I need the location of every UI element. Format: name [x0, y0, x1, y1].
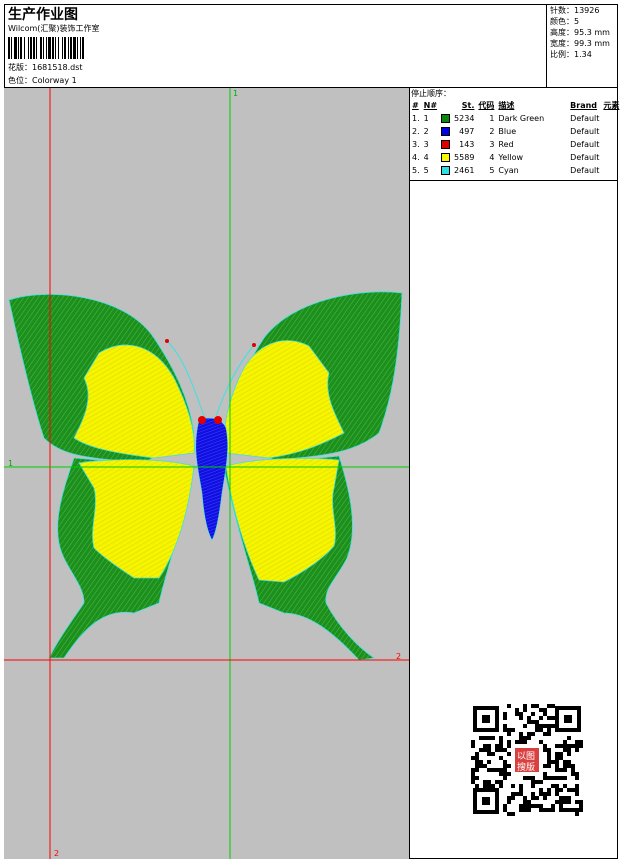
butterfly-design — [8, 291, 403, 661]
stamp-text-bottom: 搜版 — [517, 761, 535, 773]
thread-element — [601, 164, 620, 177]
design-row: 花版：1681518.dst — [8, 62, 83, 73]
stop-sequence-title: 停止顺序： — [411, 89, 451, 98]
thread-element — [601, 151, 620, 164]
thread-stitches: 2461 — [454, 166, 475, 175]
thread-code: 1 — [489, 114, 495, 123]
color-swatch — [441, 140, 451, 149]
thread-desc: Cyan — [498, 166, 519, 175]
thread-brand: Default — [570, 127, 600, 136]
colorway-value: Colorway 1 — [32, 76, 77, 85]
guide-marker-bottom: 2 — [54, 849, 59, 858]
color-swatch — [441, 114, 451, 123]
thread-needle: 1 — [423, 114, 429, 123]
thread-stitches: 497 — [459, 127, 475, 136]
thread-desc: Red — [498, 140, 514, 149]
thread-swatch — [439, 125, 452, 138]
thread-swatch — [439, 112, 452, 125]
butterfly-body — [195, 417, 228, 541]
color-swatch — [441, 153, 451, 162]
qr-code: 以图 搜版 — [471, 704, 583, 816]
colorway-label: 色位： — [8, 76, 32, 85]
thread-row: 2. 2 497 2 Blue Default — [410, 125, 620, 138]
thread-desc: Blue — [498, 127, 517, 136]
color-swatch — [441, 166, 451, 175]
embroidery-preview: 1 1 2 2 — [4, 88, 409, 859]
thread-table: # N# St. 代码 描述 Brand 元素 1. 1 5234 1 Dark Gre… — [410, 99, 620, 177]
design-canvas: 1 1 2 2 — [4, 88, 410, 859]
guide-marker-left: 1 — [8, 459, 13, 468]
thread-swatch — [439, 151, 452, 164]
thread-code: 4 — [489, 153, 495, 162]
stat-stitches: 针数：13926 — [550, 6, 600, 15]
thread-code: 2 — [489, 127, 495, 136]
thread-row: 1. 1 5234 1 Dark Green Default — [410, 112, 620, 125]
thread-brand: Default — [570, 153, 600, 162]
thread-element — [601, 112, 620, 125]
thread-row: 4. 4 5589 4 Yellow Default — [410, 151, 620, 164]
page-title: 生产作业图 — [8, 7, 78, 23]
thread-table-header: # N# St. 代码 描述 Brand 元素 — [412, 101, 620, 110]
thread-row: 5. 5 2461 5 Cyan Default — [410, 164, 620, 177]
thread-num: 2. — [412, 127, 420, 136]
stat-width: 宽度：99.3 mm — [550, 39, 610, 48]
stat-colors: 颜色：5 — [550, 17, 580, 26]
guide-marker-right: 2 — [396, 652, 401, 661]
design-label: 花版： — [8, 63, 32, 72]
thread-stitches: 143 — [459, 140, 475, 149]
thread-num: 4. — [412, 153, 420, 162]
stat-height: 高度：95.3 mm — [550, 28, 610, 37]
company-name: Wilcom(汇聚)装饰工作室 — [8, 24, 100, 33]
stamp-text-top: 以图 — [517, 751, 535, 762]
design-value: 1681518.dst — [32, 63, 83, 72]
thread-row: 3. 3 143 3 Red Default — [410, 138, 620, 151]
colorway-row: 色位：Colorway 1 — [8, 75, 77, 86]
thread-table-divider — [409, 180, 618, 181]
stat-scale: 比例：1.34 — [550, 50, 592, 59]
thread-needle: 5 — [423, 166, 429, 175]
thread-brand: Default — [570, 166, 600, 175]
thread-brand: Default — [570, 114, 600, 123]
thread-code: 5 — [489, 166, 495, 175]
thread-needle: 3 — [423, 140, 429, 149]
guide-marker-top: 1 — [233, 89, 238, 98]
thread-stitches: 5234 — [454, 114, 475, 123]
barcode — [8, 37, 84, 59]
thread-swatch — [439, 138, 452, 151]
thread-brand: Default — [570, 140, 600, 149]
thread-code: 3 — [489, 140, 495, 149]
eye-right — [214, 416, 222, 424]
thread-desc: Yellow — [498, 153, 524, 162]
thread-num: 5. — [412, 166, 420, 175]
thread-element — [601, 125, 620, 138]
thread-desc: Dark Green — [498, 114, 545, 123]
stats-panel: 针数：13926 颜色：5 高度：95.3 mm 宽度：99.3 mm 比例：1… — [546, 4, 618, 88]
thread-num: 3. — [412, 140, 420, 149]
thread-swatch — [439, 164, 452, 177]
color-swatch — [441, 127, 451, 136]
eye-left — [198, 416, 206, 424]
thread-num: 1. — [412, 114, 420, 123]
thread-element — [601, 138, 620, 151]
thread-stitches: 5589 — [454, 153, 475, 162]
thread-needle: 4 — [423, 153, 429, 162]
thread-needle: 2 — [423, 127, 429, 136]
